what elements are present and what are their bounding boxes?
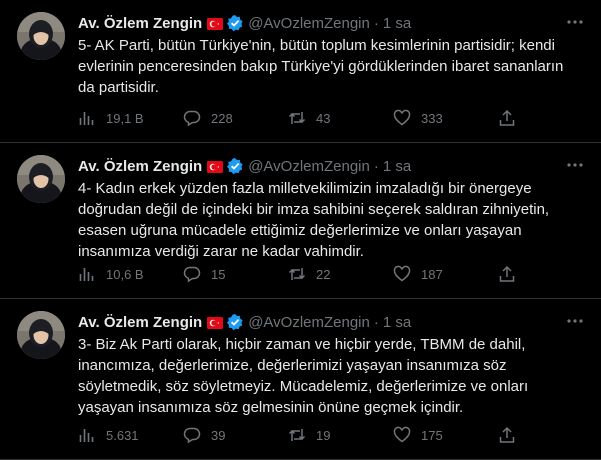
reply-icon xyxy=(183,266,201,283)
turkish-flag-icon xyxy=(207,160,224,173)
author-name[interactable]: Av. Özlem Zengin xyxy=(78,158,202,175)
retweet-button[interactable]: 43 xyxy=(288,109,393,127)
share-icon xyxy=(499,265,515,282)
tweet-actions: 5.631 39 19 175 xyxy=(78,425,585,445)
share-button[interactable] xyxy=(498,426,526,444)
share-button[interactable] xyxy=(498,109,526,127)
reply-button[interactable]: 228 xyxy=(183,109,288,127)
tweet-text: 5- AK Parti, bütün Türkiye'nin, bütün to… xyxy=(78,37,564,96)
tweet[interactable]: Av. Özlem Zengin @AvOzlemZengin · 1 sa 3… xyxy=(0,299,601,460)
views-icon xyxy=(79,268,94,281)
views-icon xyxy=(79,429,94,442)
turkish-flag-icon xyxy=(207,17,224,30)
timestamp[interactable]: 1 sa xyxy=(383,314,411,331)
verified-badge-icon xyxy=(226,157,244,175)
retweet-count: 19 xyxy=(316,427,331,443)
avatar[interactable] xyxy=(17,311,65,359)
timestamp[interactable]: 1 sa xyxy=(383,15,411,32)
tweet-text: 4- Kadın erkek yüzden fazla milletvekili… xyxy=(78,180,550,260)
reply-icon xyxy=(183,427,201,444)
views-button[interactable]: 19,1 B xyxy=(78,109,183,127)
retweet-icon xyxy=(288,268,306,280)
tweet-feed: Av. Özlem Zengin @AvOzlemZengin · 1 sa 5… xyxy=(0,0,601,460)
tweet-text: 3- Biz Ak Parti olarak, hiçbir zaman ve … xyxy=(78,336,529,416)
retweet-button[interactable]: 22 xyxy=(288,265,393,283)
avatar[interactable] xyxy=(17,12,65,60)
separator: · xyxy=(373,157,379,175)
like-icon xyxy=(393,109,411,126)
more-icon[interactable] xyxy=(565,155,585,175)
reply-icon xyxy=(183,110,201,127)
avatar[interactable] xyxy=(17,155,65,203)
reply-count: 15 xyxy=(211,266,226,282)
tweet[interactable]: Av. Özlem Zengin @AvOzlemZengin · 1 sa 4… xyxy=(0,143,601,299)
views-button[interactable]: 5.631 xyxy=(78,426,183,444)
tweet-header: Av. Özlem Zengin @AvOzlemZengin · 1 sa xyxy=(78,312,585,332)
tweet-actions: 19,1 B 228 43 333 xyxy=(78,108,585,128)
like-button[interactable]: 333 xyxy=(393,109,498,127)
share-button[interactable] xyxy=(498,265,526,283)
author-handle[interactable]: @AvOzlemZengin xyxy=(248,15,370,32)
share-icon xyxy=(499,426,515,443)
like-icon xyxy=(393,265,411,282)
like-button[interactable]: 175 xyxy=(393,426,498,444)
retweet-icon xyxy=(288,112,306,124)
share-icon xyxy=(499,109,515,126)
tweet-header: Av. Özlem Zengin @AvOzlemZengin · 1 sa xyxy=(78,13,585,33)
separator: · xyxy=(373,313,379,331)
reply-count: 39 xyxy=(211,427,226,443)
views-count: 5.631 xyxy=(106,427,139,443)
timestamp[interactable]: 1 sa xyxy=(383,158,411,175)
author-name[interactable]: Av. Özlem Zengin xyxy=(78,314,202,331)
like-button[interactable]: 187 xyxy=(393,265,498,283)
tweet[interactable]: Av. Özlem Zengin @AvOzlemZengin · 1 sa 5… xyxy=(0,0,601,143)
tweet-actions: 10,6 B 15 22 187 xyxy=(78,264,585,284)
retweet-button[interactable]: 19 xyxy=(288,426,393,444)
views-button[interactable]: 10,6 B xyxy=(78,265,183,283)
reply-button[interactable]: 39 xyxy=(183,426,288,444)
verified-badge-icon xyxy=(226,313,244,331)
like-icon xyxy=(393,426,411,443)
retweet-count: 22 xyxy=(316,266,331,282)
author-handle[interactable]: @AvOzlemZengin xyxy=(248,314,370,331)
views-count: 19,1 B xyxy=(106,110,144,126)
author-name[interactable]: Av. Özlem Zengin xyxy=(78,15,202,32)
like-count: 187 xyxy=(421,266,443,282)
tweet-header: Av. Özlem Zengin @AvOzlemZengin · 1 sa xyxy=(78,156,585,176)
reply-button[interactable]: 15 xyxy=(183,265,288,283)
more-icon[interactable] xyxy=(565,12,585,32)
verified-badge-icon xyxy=(226,14,244,32)
separator: · xyxy=(373,14,379,32)
retweet-icon xyxy=(288,429,306,441)
retweet-count: 43 xyxy=(316,110,331,126)
like-count: 333 xyxy=(421,110,443,126)
like-count: 175 xyxy=(421,427,443,443)
views-count: 10,6 B xyxy=(106,266,144,282)
author-handle[interactable]: @AvOzlemZengin xyxy=(248,158,370,175)
more-icon[interactable] xyxy=(565,311,585,331)
views-icon xyxy=(79,112,94,125)
turkish-flag-icon xyxy=(207,316,224,329)
reply-count: 228 xyxy=(211,110,233,126)
